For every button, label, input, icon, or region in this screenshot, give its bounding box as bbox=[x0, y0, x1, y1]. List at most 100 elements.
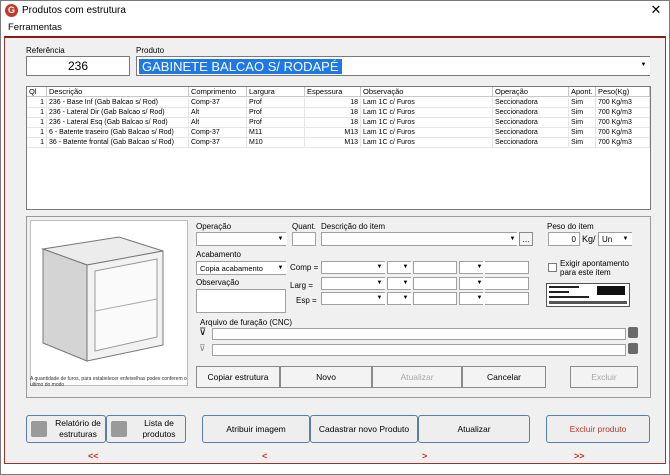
operacao-select[interactable] bbox=[196, 232, 286, 246]
table-cell[interactable]: Lam 1C c/ Furos bbox=[361, 118, 493, 128]
table-cell[interactable]: 1 bbox=[27, 118, 47, 128]
copiar-estrutura-button[interactable]: Copiar estrutura bbox=[196, 366, 280, 388]
product-combo[interactable]: GABINETE BALCAO S/ RODAPÉ bbox=[136, 56, 650, 76]
nav-prev-button[interactable]: < bbox=[262, 451, 267, 461]
chevron-down-icon[interactable]: ▼ bbox=[619, 233, 632, 245]
col-header-ql[interactable]: Ql bbox=[27, 87, 47, 97]
chevron-down-icon[interactable]: ▼ bbox=[473, 262, 486, 273]
chevron-down-icon[interactable]: ▼ bbox=[274, 233, 287, 245]
table-cell[interactable]: M10 bbox=[247, 138, 305, 148]
col-header-espessura[interactable]: Espessura bbox=[305, 87, 361, 97]
acabamento-select[interactable]: Copia acabamento bbox=[196, 261, 286, 275]
dimension-field[interactable] bbox=[413, 292, 457, 305]
table-cell[interactable]: 236 - Lateral Esq (Gab Balcao s/ Rod) bbox=[47, 118, 189, 128]
search-item-button[interactable]: ... bbox=[519, 232, 533, 246]
table-cell[interactable]: Comp-37 bbox=[189, 128, 247, 138]
table-cell[interactable]: Seccionadora bbox=[493, 108, 569, 118]
observacao-input[interactable] bbox=[196, 289, 286, 313]
table-cell[interactable]: 700 Kg/m3 bbox=[596, 128, 650, 138]
product-image[interactable] bbox=[30, 220, 188, 386]
col-header-largura[interactable]: Largura bbox=[247, 87, 305, 97]
lista-button[interactable]: Lista de produtos bbox=[106, 415, 186, 443]
table-cell[interactable]: 700 Kg/m3 bbox=[596, 98, 650, 108]
dimension-field[interactable] bbox=[485, 292, 529, 305]
table-cell[interactable]: 18 bbox=[305, 98, 361, 108]
atualizar-item-button[interactable]: Atualizar bbox=[372, 366, 462, 388]
dimension-field[interactable] bbox=[485, 261, 529, 274]
col-header-operacao[interactable]: Operação bbox=[493, 87, 569, 97]
col-header-observacao[interactable]: Observação bbox=[361, 87, 493, 97]
table-cell[interactable]: M11 bbox=[247, 128, 305, 138]
table-cell[interactable]: Comp-37 bbox=[189, 138, 247, 148]
col-header-peso[interactable]: Peso(Kg) bbox=[596, 87, 650, 97]
table-cell[interactable]: 700 Kg/m3 bbox=[596, 138, 650, 148]
excluir-item-button[interactable]: Excluir bbox=[570, 366, 638, 388]
chevron-down-icon[interactable]: ▼ bbox=[399, 293, 412, 304]
table-cell[interactable]: Alt bbox=[189, 118, 247, 128]
table-cell[interactable]: Seccionadora bbox=[493, 118, 569, 128]
table-cell[interactable]: 1 bbox=[27, 138, 47, 148]
table-cell[interactable]: Seccionadora bbox=[493, 98, 569, 108]
table-cell[interactable]: 700 Kg/m3 bbox=[596, 118, 650, 128]
atribuir-imagem-button[interactable]: Atribuir imagem bbox=[202, 415, 310, 443]
col-header-apont[interactable]: Apont. bbox=[569, 87, 596, 97]
relatorio-button[interactable]: Relatório de estruturas bbox=[26, 415, 106, 443]
table-cell[interactable]: Comp-37 bbox=[189, 98, 247, 108]
table-cell[interactable]: 700 Kg/m3 bbox=[596, 108, 650, 118]
chevron-down-icon[interactable]: ▼ bbox=[637, 57, 650, 75]
chevron-down-icon[interactable]: ▼ bbox=[399, 278, 412, 289]
table-cell[interactable]: Prof bbox=[247, 108, 305, 118]
chevron-down-icon[interactable]: ▼ bbox=[506, 233, 519, 245]
structure-table[interactable]: Ql Descrição Comprimento Largura Espessu… bbox=[26, 86, 651, 210]
table-cell[interactable]: M13 bbox=[305, 128, 361, 138]
quant-input[interactable] bbox=[292, 232, 316, 246]
open-file-icon[interactable] bbox=[628, 343, 638, 354]
chevron-down-icon[interactable]: ▼ bbox=[473, 293, 486, 304]
menu-ferramentas[interactable]: Ferramentas bbox=[8, 22, 62, 33]
nav-next-button[interactable]: > bbox=[422, 451, 427, 461]
cadastrar-produto-button[interactable]: Cadastrar novo Produto bbox=[310, 415, 418, 443]
table-cell[interactable]: Sim bbox=[569, 138, 596, 148]
chevron-down-icon[interactable]: ▼ bbox=[274, 262, 287, 274]
dimension-field[interactable] bbox=[485, 277, 529, 290]
table-cell[interactable]: Lam 1C c/ Furos bbox=[361, 138, 493, 148]
table-cell[interactable]: 36 - Batente frontal (Gab Balcao s/ Rod) bbox=[47, 138, 189, 148]
filter-b-icon[interactable]: ⊽ bbox=[199, 343, 206, 354]
chevron-down-icon[interactable]: ▼ bbox=[373, 293, 386, 304]
table-cell[interactable]: Lam 1C c/ Furos bbox=[361, 98, 493, 108]
table-cell[interactable]: Alt bbox=[189, 108, 247, 118]
table-cell[interactable]: Prof bbox=[247, 118, 305, 128]
open-file-icon[interactable] bbox=[628, 327, 638, 338]
atualizar-produto-button[interactable]: Atualizar bbox=[418, 415, 530, 443]
arquivo-input-2[interactable] bbox=[212, 344, 626, 356]
novo-button[interactable]: Novo bbox=[280, 366, 372, 388]
peso-input[interactable]: 0 bbox=[548, 232, 580, 246]
filter-icon[interactable]: ⊽ bbox=[199, 327, 206, 338]
dimension-field[interactable] bbox=[413, 261, 457, 274]
dimension-field[interactable] bbox=[413, 277, 457, 290]
table-cell[interactable]: Prof bbox=[247, 98, 305, 108]
chevron-down-icon[interactable]: ▼ bbox=[473, 278, 486, 289]
table-cell[interactable]: 1 bbox=[27, 108, 47, 118]
table-cell[interactable]: Sim bbox=[569, 128, 596, 138]
table-cell[interactable]: Sim bbox=[569, 98, 596, 108]
table-cell[interactable]: Lam 1C c/ Furos bbox=[361, 108, 493, 118]
table-cell[interactable]: 236 - Base Inf (Gab Balcao s/ Rod) bbox=[47, 98, 189, 108]
table-cell[interactable]: Seccionadora bbox=[493, 138, 569, 148]
ref-input[interactable]: 236 bbox=[26, 56, 130, 76]
excluir-produto-button[interactable]: Excluir produto bbox=[546, 415, 650, 443]
table-cell[interactable]: Sim bbox=[569, 118, 596, 128]
table-cell[interactable]: Sim bbox=[569, 108, 596, 118]
table-cell[interactable]: 18 bbox=[305, 118, 361, 128]
table-cell[interactable]: Seccionadora bbox=[493, 128, 569, 138]
table-cell[interactable]: M13 bbox=[305, 138, 361, 148]
table-cell[interactable]: 6 - Batente traseiro (Gab Balcao s/ Rod) bbox=[47, 128, 189, 138]
table-cell[interactable]: 236 - Lateral Dir (Gab Balcao s/ Rod) bbox=[47, 108, 189, 118]
exigir-checkbox[interactable] bbox=[548, 263, 557, 272]
chevron-down-icon[interactable]: ▼ bbox=[399, 262, 412, 273]
close-icon[interactable]: ✕ bbox=[648, 2, 664, 18]
arquivo-input-1[interactable] bbox=[212, 328, 626, 340]
table-cell[interactable]: 18 bbox=[305, 108, 361, 118]
table-cell[interactable]: 1 bbox=[27, 98, 47, 108]
nav-first-button[interactable]: << bbox=[88, 451, 99, 461]
